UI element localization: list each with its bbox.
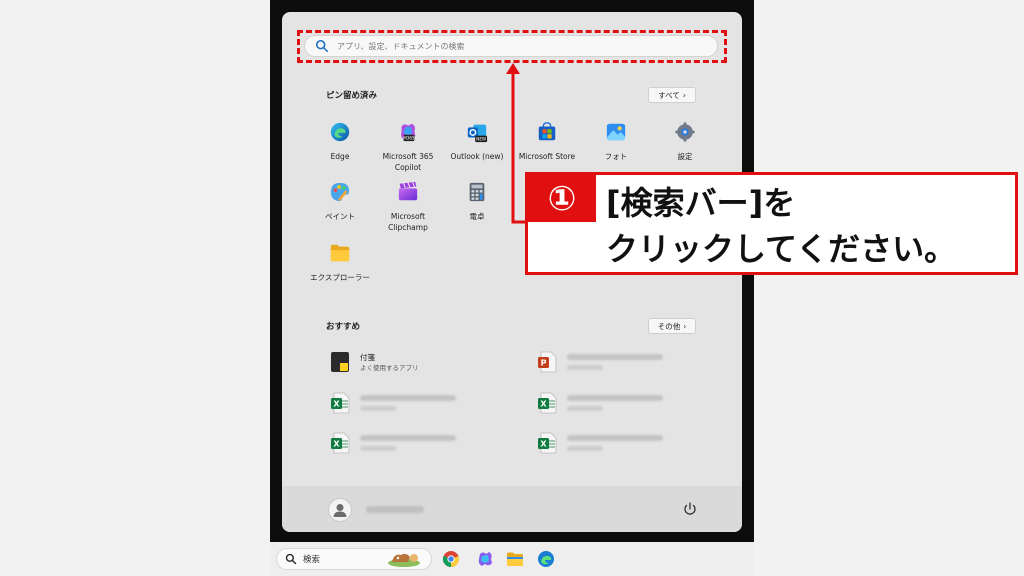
svg-text:X: X xyxy=(540,440,547,449)
user-icon xyxy=(333,504,347,517)
all-apps-button[interactable]: すべて › xyxy=(648,87,696,103)
blurred-file-name xyxy=(567,395,663,401)
step-number-badge: ① xyxy=(528,175,596,222)
excel-file-icon: X xyxy=(331,392,350,414)
excel-file-icon: X xyxy=(538,432,557,454)
app-label: Microsoft Store xyxy=(518,152,576,161)
copilot-icon[interactable] xyxy=(476,550,494,568)
app-label: Edge xyxy=(330,152,350,161)
recommended-item-sticky-notes[interactable]: 付箋 よく使用するアプリ xyxy=(330,351,419,373)
store-icon xyxy=(538,122,556,141)
blurred-file-name xyxy=(567,354,663,360)
user-avatar[interactable] xyxy=(328,498,352,522)
more-button[interactable]: その他 › xyxy=(648,318,696,334)
m365-copilot-icon: M365 xyxy=(401,123,416,142)
recommended-section-title: おすすめ xyxy=(326,322,361,332)
search-highlight-box xyxy=(297,30,727,63)
pinned-app-paint[interactable]: ペイント xyxy=(305,181,375,222)
calculator-icon xyxy=(469,182,485,202)
paint-icon xyxy=(330,182,350,202)
pinned-section-title: ピン留め済み xyxy=(326,91,378,101)
recommended-item-subtitle: よく使用するアプリ xyxy=(360,363,419,372)
pinned-app-clipchamp[interactable]: Microsoft Clipchamp xyxy=(373,181,443,233)
clipchamp-icon xyxy=(398,181,418,201)
recommended-item-excel[interactable]: X xyxy=(537,432,663,454)
pinned-app-outlook[interactable]: NEW Outlook (new) xyxy=(442,121,512,162)
blurred-file-name xyxy=(360,395,456,401)
search-icon xyxy=(285,553,297,565)
app-label: Microsoft 365 Copilot xyxy=(382,152,434,172)
app-label: エクスプローラー xyxy=(310,273,370,282)
taskbar-search-box[interactable]: 検索 xyxy=(276,548,432,570)
app-label: Microsoft Clipchamp xyxy=(388,212,428,232)
app-label: 電卓 xyxy=(469,212,485,221)
app-label: Outlook (new) xyxy=(450,152,504,161)
blurred-file-name xyxy=(360,435,456,441)
recommended-item-excel[interactable]: X xyxy=(330,392,456,414)
edge-icon xyxy=(330,122,350,142)
callout-line-2: クリックしてください。 xyxy=(606,230,957,268)
blurred-file-date xyxy=(567,446,603,451)
chevron-right-icon: › xyxy=(682,90,686,100)
app-label: ペイント xyxy=(325,212,355,221)
blurred-file-date xyxy=(567,365,603,370)
svg-text:M365: M365 xyxy=(403,136,415,141)
settings-gear-icon xyxy=(675,122,695,142)
photos-icon xyxy=(606,123,626,141)
blurred-file-date xyxy=(360,446,396,451)
sticky-notes-icon xyxy=(331,352,349,372)
power-icon[interactable] xyxy=(682,501,698,517)
pinned-app-store[interactable]: Microsoft Store xyxy=(512,121,582,162)
pinned-app-explorer[interactable]: エクスプローラー xyxy=(305,242,375,283)
outlook-icon: NEW xyxy=(467,124,488,143)
recommended-item-title: 付箋 xyxy=(360,352,375,362)
chrome-icon[interactable] xyxy=(442,550,460,568)
recommended-item-excel[interactable]: X xyxy=(330,432,456,454)
svg-text:X: X xyxy=(540,400,547,409)
blurred-file-name xyxy=(567,435,663,441)
file-explorer-icon[interactable] xyxy=(506,550,524,568)
edge-taskbar-icon[interactable] xyxy=(537,550,555,568)
pinned-app-m365-copilot[interactable]: M365 Microsoft 365 Copilot xyxy=(373,121,443,173)
more-label: その他 xyxy=(657,321,681,331)
chevron-right-icon: › xyxy=(683,321,687,331)
excel-file-icon: X xyxy=(538,392,557,414)
svg-text:X: X xyxy=(333,400,340,409)
recommended-item-excel[interactable]: X xyxy=(537,392,663,414)
app-label: 設定 xyxy=(677,152,693,161)
pinned-app-edge[interactable]: Edge xyxy=(305,121,375,162)
svg-text:P: P xyxy=(541,359,547,368)
svg-text:X: X xyxy=(333,440,340,449)
callout-line-1: [検索バー]を xyxy=(606,184,796,222)
pinned-app-settings[interactable]: 設定 xyxy=(650,121,720,162)
app-label: フォト xyxy=(604,152,628,161)
powerpoint-file-icon: P xyxy=(538,351,557,373)
svg-text:NEW: NEW xyxy=(476,137,486,142)
folder-icon xyxy=(330,244,350,262)
blurred-file-date xyxy=(360,406,396,411)
search-highlight-illustration-icon xyxy=(388,553,421,567)
blurred-file-date xyxy=(567,406,603,411)
all-apps-label: すべて xyxy=(658,90,680,100)
recommended-item-powerpoint[interactable]: P xyxy=(537,351,663,373)
taskbar-search-label: 検索 xyxy=(303,555,321,565)
pinned-app-photos[interactable]: フォト xyxy=(581,121,651,162)
pinned-app-calculator[interactable]: 電卓 xyxy=(442,181,512,222)
excel-file-icon: X xyxy=(331,432,350,454)
blurred-user-name[interactable] xyxy=(366,506,424,513)
